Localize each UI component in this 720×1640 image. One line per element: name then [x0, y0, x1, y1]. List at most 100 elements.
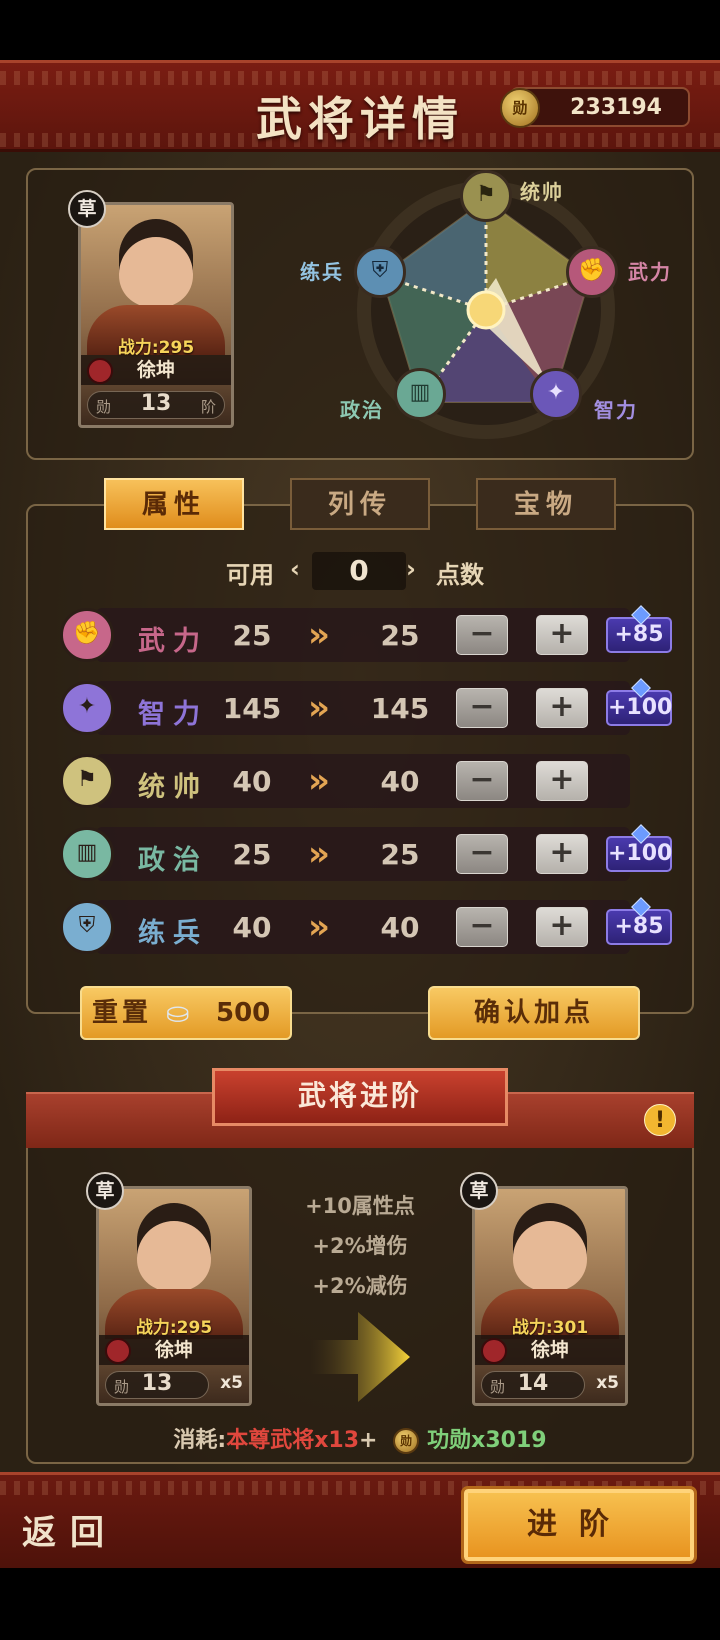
general-rank-bar: 勋 13 阶: [87, 391, 225, 419]
tab-treasure[interactable]: 宝物: [476, 478, 616, 530]
after-rank-level: 14: [517, 1371, 549, 1396]
back-button[interactable]: 返回: [22, 1505, 118, 1554]
training-radar-icon: ⛨: [354, 246, 406, 298]
before-name-bar: 徐坤: [99, 1335, 249, 1365]
stat-current: 145: [222, 692, 282, 725]
rank-prefix: 勋: [96, 398, 112, 416]
points-decrease-chevron-icon[interactable]: ‹: [290, 555, 300, 583]
cost-merit-coin-icon: 勋: [393, 1428, 420, 1454]
merit-currency-value: 233194: [570, 95, 662, 120]
after-rank-bar: 勋 14: [481, 1371, 585, 1399]
stat-arrow-icon: »: [308, 834, 330, 874]
stat-next: 145: [370, 692, 430, 725]
reset-cost: 500: [216, 998, 271, 1028]
after-quality-badge: 草: [460, 1172, 498, 1210]
scroll-icon: ▥: [60, 827, 114, 881]
stat-row: ✦ 智力 145» 145− + +100: [60, 681, 672, 735]
general-portrait-card[interactable]: 战力:295 徐坤 勋 13 阶: [78, 202, 234, 428]
after-faction-dot-icon: [481, 1338, 507, 1364]
available-points: 可用 ‹ 0 › 点数: [0, 552, 720, 592]
confirm-points-button[interactable]: 确认加点: [428, 986, 640, 1040]
cost-merit: 功勋x3019: [427, 1428, 547, 1453]
info-warning-icon[interactable]: !: [644, 1104, 676, 1136]
stat-plus-button[interactable]: +: [536, 907, 588, 947]
after-name: 徐坤: [530, 1339, 569, 1361]
radar-label-strength: 武力: [628, 260, 672, 284]
stat-name: 练兵: [138, 918, 208, 949]
stat-minus-button[interactable]: −: [456, 615, 508, 655]
merit-currency-display: 勋 233194: [500, 87, 690, 128]
after-rank-prefix: 勋: [490, 1378, 506, 1396]
benefit-attribute-points: +10属性点: [305, 1194, 415, 1218]
tab-attributes[interactable]: 属性: [104, 478, 244, 530]
reset-label: 重置: [92, 998, 153, 1028]
before-faction-dot-icon: [105, 1338, 131, 1364]
stat-bonus-badge: +85: [606, 909, 672, 945]
advancement-title: 武将进阶: [212, 1068, 508, 1126]
stat-next: 40: [380, 911, 420, 944]
general-face: [119, 219, 193, 307]
stat-minus-button[interactable]: −: [456, 907, 508, 947]
quality-badge: 草: [68, 190, 106, 228]
stat-arrow-icon: »: [308, 761, 330, 801]
stat-plus-button[interactable]: +: [536, 761, 588, 801]
stat-bonus-badge: +100: [606, 836, 672, 872]
flag-icon: ⚑: [60, 754, 114, 808]
stat-minus-button[interactable]: −: [456, 834, 508, 874]
after-count: x5: [596, 1373, 619, 1393]
reset-button[interactable]: 重置 ⛀ 500: [80, 986, 292, 1040]
before-general-face: [137, 1203, 211, 1291]
stat-bonus-badge: +85: [606, 617, 672, 653]
available-points-value: 0: [312, 552, 406, 590]
after-name-bar: 徐坤: [475, 1335, 625, 1365]
stat-current: 25: [232, 619, 272, 652]
advance-button[interactable]: 进阶: [461, 1486, 697, 1564]
before-count: x5: [220, 1373, 243, 1393]
leadership-radar-icon: ⚑: [460, 170, 512, 222]
available-label: 可用: [226, 561, 274, 589]
stat-row: ⚑ 统帅 40 » 40 − +: [60, 754, 630, 808]
points-label: 点数: [436, 561, 484, 589]
stat-name: 智力: [138, 699, 208, 730]
stat-plus-button[interactable]: +: [536, 834, 588, 874]
stat-plus-button[interactable]: +: [536, 688, 588, 728]
stat-next: 25: [380, 619, 420, 652]
stat-minus-button[interactable]: −: [456, 761, 508, 801]
cost-label: 消耗:: [173, 1428, 227, 1453]
advance-cost: 消耗:本尊武将x13+ 勋功勋x3019: [0, 1422, 720, 1454]
radar-label-politics: 政治: [340, 398, 384, 422]
before-portrait-card: 战力:295 徐坤 勋 13 x5: [96, 1186, 252, 1406]
cost-general-item: 本尊武将x13: [226, 1428, 360, 1453]
radar-label-intellect: 智力: [594, 398, 638, 422]
strength-radar-icon: ✊: [566, 246, 618, 298]
benefit-damage-bonus: +2%增伤: [312, 1234, 408, 1258]
stat-arrow-icon: »: [308, 688, 330, 728]
before-rank-prefix: 勋: [114, 1378, 130, 1396]
stat-arrow-icon: »: [308, 615, 330, 655]
silver-ingot-icon: ⛀: [166, 996, 190, 1029]
attribute-radar: ⚑ 统帅 ✊ 武力 ✦ 智力 ▥ 政治 ⛨ 练兵: [290, 170, 710, 440]
stat-bonus-badge: +100: [606, 690, 672, 726]
stat-minus-button[interactable]: −: [456, 688, 508, 728]
points-increase-chevron-icon[interactable]: ›: [406, 555, 416, 583]
faction-dot-icon: [87, 358, 113, 384]
before-rank-bar: 勋 13: [105, 1371, 209, 1399]
rank-level: 13: [140, 391, 172, 416]
stat-row: ⛨ 练兵 40 » 40 − + +85: [60, 900, 672, 954]
before-rank-level: 13: [141, 1371, 173, 1396]
stat-row: ▥ 政治 25 » 25 − + +100: [60, 827, 672, 881]
footer-bar: 返回 进阶: [0, 1472, 720, 1568]
stat-current: 40: [232, 765, 272, 798]
merit-coin-icon: 勋: [500, 88, 540, 128]
before-name: 徐坤: [154, 1339, 193, 1361]
radar-label-leadership: 统帅: [520, 180, 564, 204]
star-icon: ✦: [60, 681, 114, 735]
stat-plus-button[interactable]: +: [536, 615, 588, 655]
after-general-face: [513, 1203, 587, 1291]
stat-next: 40: [380, 765, 420, 798]
armor-icon: ⛨: [60, 900, 114, 954]
general-name-bar: 徐坤: [81, 355, 231, 385]
after-portrait-card: 战力:301 徐坤 勋 14 x5: [472, 1186, 628, 1406]
politics-radar-icon: ▥: [394, 368, 446, 420]
tab-biography[interactable]: 列传: [290, 478, 430, 530]
